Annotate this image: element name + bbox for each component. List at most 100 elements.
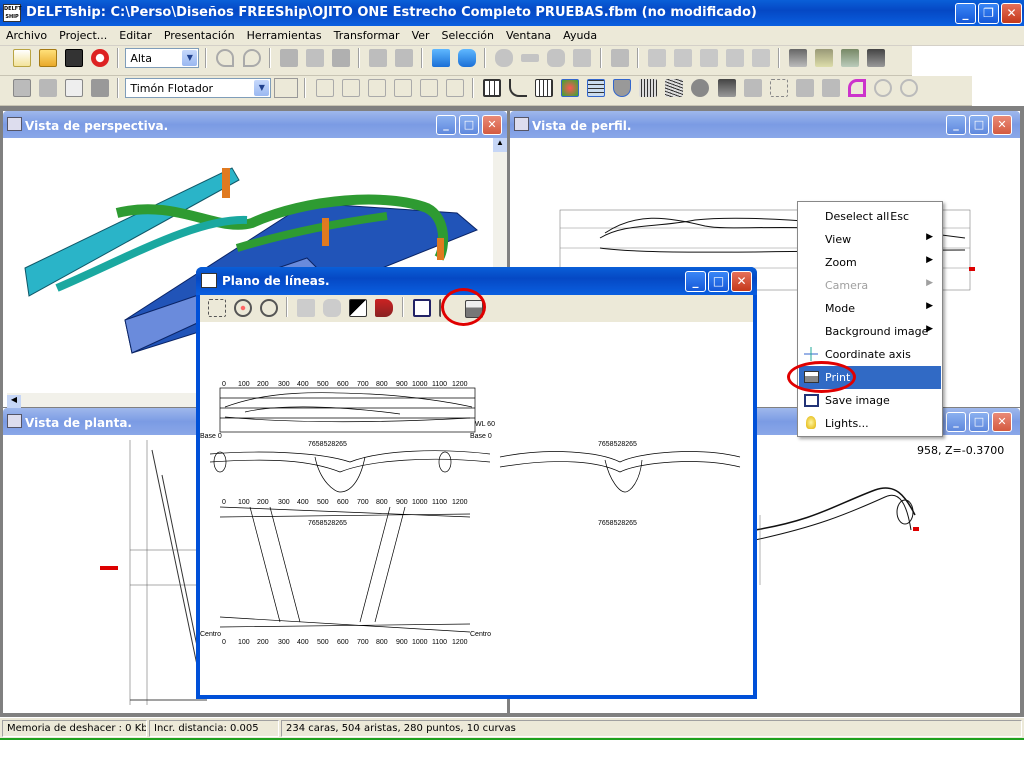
zoom-out-icon[interactable] [260, 299, 279, 317]
tool-gray-icon[interactable] [691, 79, 710, 97]
surface-gray-icon[interactable] [495, 49, 514, 67]
surface-gray-icon[interactable] [547, 49, 566, 67]
tool-gray-icon[interactable] [331, 49, 350, 67]
precision-select[interactable]: Alta ▼ [125, 48, 200, 68]
redo-icon[interactable] [242, 49, 261, 67]
menu-herramientas[interactable]: Herramientas [241, 26, 328, 46]
blue-cylinder-icon[interactable] [458, 49, 477, 67]
tool-gray-icon[interactable] [821, 79, 840, 97]
close-button[interactable]: ✕ [1001, 3, 1022, 24]
maximize-button[interactable]: □ [969, 115, 989, 135]
menu-ayuda[interactable]: Ayuda [557, 26, 603, 46]
tool-gray-icon[interactable] [323, 299, 342, 317]
tool-gray-icon[interactable] [297, 299, 316, 317]
menu-item-background-image[interactable]: Background image ▶ [799, 320, 941, 343]
export-icon[interactable] [412, 299, 431, 317]
menu-item-mode[interactable]: Mode ▶ [799, 297, 941, 320]
open-folder-icon[interactable] [39, 49, 58, 67]
hull-view-icon[interactable] [613, 79, 632, 97]
menu-seleccion[interactable]: Selección [436, 26, 500, 46]
tool-gray-icon[interactable] [367, 79, 386, 97]
menu-transformar[interactable]: Transformar [328, 26, 406, 46]
surface-gray-icon[interactable] [673, 49, 692, 67]
menu-ver[interactable]: Ver [406, 26, 436, 46]
minimize-button[interactable]: _ [946, 115, 966, 135]
maximize-button[interactable]: □ [459, 115, 479, 135]
fill-toggle-icon[interactable] [349, 299, 368, 317]
lines-plan-drawing[interactable]: 0 100 200 300 400 500 600 700 800 900 10… [200, 322, 753, 695]
zoom-in-icon[interactable] [234, 299, 253, 317]
tool-gray-icon[interactable] [393, 79, 412, 97]
tool-gray-icon[interactable] [279, 49, 298, 67]
surface-gray-icon[interactable] [725, 49, 744, 67]
control-net-icon[interactable] [587, 79, 606, 97]
close-button[interactable]: ✕ [992, 115, 1012, 135]
minimize-button[interactable]: _ [946, 412, 966, 432]
minimize-button[interactable]: _ [436, 115, 456, 135]
tool-gray-icon[interactable] [445, 79, 464, 97]
minimize-button[interactable]: _ [955, 3, 976, 24]
tool-gray-icon[interactable] [899, 79, 918, 97]
zoom-extents-icon[interactable] [208, 299, 226, 317]
tool-gray-icon[interactable] [341, 79, 360, 97]
save-icon[interactable] [65, 49, 84, 67]
tool-gray-icon[interactable] [665, 79, 684, 97]
tool-gray-icon[interactable] [639, 79, 658, 97]
close-button[interactable]: ✕ [992, 412, 1012, 432]
menu-item-view[interactable]: View ▶ [799, 228, 941, 251]
surface-gray-icon[interactable] [610, 49, 629, 67]
hull-color-icon[interactable] [375, 299, 394, 317]
tool-gray-icon[interactable] [39, 79, 58, 97]
tool-gray-icon[interactable] [419, 79, 438, 97]
mesh-icon[interactable] [535, 79, 554, 97]
hydrostatics-icon[interactable] [815, 49, 834, 67]
blue-cube-icon[interactable] [432, 49, 451, 67]
tool-gray-icon[interactable] [743, 79, 762, 97]
tool-gray-icon[interactable] [769, 79, 788, 97]
close-button[interactable]: ✕ [482, 115, 502, 135]
add-point-icon[interactable] [13, 79, 31, 97]
maximize-button[interactable]: □ [969, 412, 989, 432]
curve-icon[interactable] [509, 79, 527, 97]
undo-icon[interactable] [216, 49, 235, 67]
lines-scale-label: 200 [257, 499, 269, 506]
layer-select[interactable]: Timón Flotador ▼ [125, 78, 272, 98]
tool-gray-icon[interactable] [368, 49, 387, 67]
hydrostatics-icon[interactable] [789, 49, 808, 67]
calculator-icon[interactable] [867, 49, 886, 67]
hydrostatics-icon[interactable] [841, 49, 860, 67]
calculator-icon[interactable] [717, 79, 736, 97]
status-distance-increment: Incr. distancia: 0.005 [149, 720, 279, 737]
tool-gray-icon[interactable] [795, 79, 814, 97]
tool-gray-icon[interactable] [91, 79, 110, 97]
menu-item-lights[interactable]: Lights... [799, 412, 941, 435]
edit-icon[interactable] [65, 79, 84, 97]
curvature-icon[interactable] [847, 79, 866, 97]
power-exit-icon[interactable] [91, 49, 110, 67]
menu-ventana[interactable]: Ventana [500, 26, 557, 46]
minimize-button[interactable]: _ [685, 271, 706, 292]
grid-icon[interactable] [482, 79, 501, 97]
layer-color-box[interactable] [274, 78, 299, 98]
close-button[interactable]: ✕ [731, 271, 752, 292]
tool-gray-icon[interactable] [394, 49, 413, 67]
new-file-icon[interactable] [13, 49, 31, 67]
tool-gray-icon[interactable] [315, 79, 334, 97]
menu-project[interactable]: Project... [53, 26, 113, 46]
surface-gray-icon[interactable] [751, 49, 770, 67]
maximize-button[interactable]: □ [708, 271, 729, 292]
surface-gray-icon[interactable] [573, 49, 592, 67]
surface-gray-icon[interactable] [647, 49, 666, 67]
menu-archivo[interactable]: Archivo [0, 26, 53, 46]
tool-gray-icon[interactable] [873, 79, 892, 97]
menu-item-zoom[interactable]: Zoom ▶ [799, 251, 941, 274]
menu-presentacion[interactable]: Presentación [158, 26, 241, 46]
menu-editar[interactable]: Editar [113, 26, 158, 46]
tool-gray-icon[interactable] [305, 49, 324, 67]
toolbar-separator [599, 48, 602, 68]
menu-item-deselect-all[interactable]: Deselect all Esc [799, 205, 941, 228]
surface-gray-icon[interactable] [699, 49, 718, 67]
restore-button[interactable]: ❐ [978, 3, 999, 24]
surface-gray-icon[interactable] [521, 54, 540, 62]
shaded-hull-icon[interactable] [561, 79, 580, 97]
